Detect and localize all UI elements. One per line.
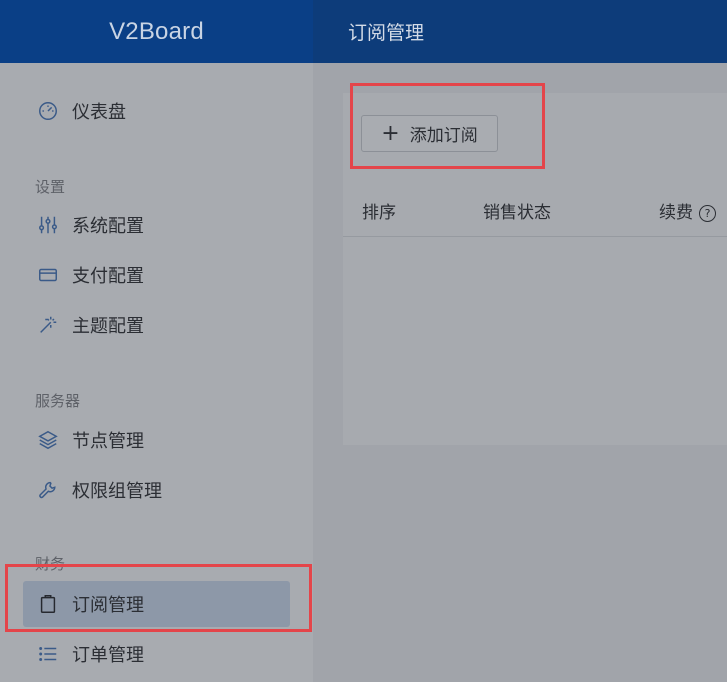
page-title: 订阅管理 xyxy=(348,22,425,44)
section-label-servers: 服务器 xyxy=(35,392,81,410)
section-label-finance: 财务 xyxy=(35,555,66,573)
header-bar: 订阅管理 xyxy=(313,0,727,63)
credit-card-icon xyxy=(36,263,60,287)
sidebar-item-label: 支付配置 xyxy=(72,266,144,287)
app-logo[interactable]: V2Board xyxy=(0,0,313,63)
sidebar-item-system-config[interactable]: 系统配置 xyxy=(23,202,290,248)
main-content: + 添加订阅 排序 销售状态 续费? xyxy=(313,63,727,682)
list-icon xyxy=(36,642,60,666)
sidebar-item-label: 仪表盘 xyxy=(72,102,126,123)
sidebar-item-theme-config[interactable]: 主题配置 xyxy=(23,302,290,348)
sidebar-item-label: 订阅管理 xyxy=(72,595,144,616)
section-label-settings: 设置 xyxy=(35,178,66,196)
plus-icon: + xyxy=(381,120,400,146)
wrench-icon xyxy=(36,478,60,502)
sidebar-item-payment-config[interactable]: 支付配置 xyxy=(23,252,290,298)
sidebar-item-label: 节点管理 xyxy=(72,431,144,452)
sidebar-item-label: 系统配置 xyxy=(72,216,144,237)
help-circle-icon[interactable]: ? xyxy=(699,205,716,222)
add-subscription-button[interactable]: + 添加订阅 xyxy=(361,115,498,152)
table-header: 排序 销售状态 续费? xyxy=(343,183,727,237)
sidebar-item-order-management[interactable]: 订单管理 xyxy=(23,631,290,677)
sidebar-item-label: 权限组管理 xyxy=(72,481,162,502)
column-header-renewal-label: 续费 xyxy=(659,203,693,223)
sliders-icon xyxy=(36,213,60,237)
sidebar-item-permission-group[interactable]: 权限组管理 xyxy=(23,467,290,513)
clipboard-icon xyxy=(36,592,60,616)
sidebar-item-label: 订单管理 xyxy=(72,645,144,666)
dashboard-icon xyxy=(36,99,60,123)
sidebar-item-label: 主题配置 xyxy=(72,316,144,337)
column-header-renewal[interactable]: 续费? xyxy=(659,198,716,223)
subscription-card: + 添加订阅 排序 销售状态 续费? xyxy=(343,93,727,445)
sidebar: 仪表盘 设置 系统配置 支付配置 主题配置 服务器 节点管理 权限组管理 财务 … xyxy=(0,63,313,682)
sidebar-item-subscription-management[interactable]: 订阅管理 xyxy=(23,581,290,627)
add-subscription-label: 添加订阅 xyxy=(409,126,478,146)
sidebar-item-node-management[interactable]: 节点管理 xyxy=(23,417,290,463)
column-header-sale-status[interactable]: 销售状态 xyxy=(483,198,551,223)
magic-wand-icon xyxy=(36,313,60,337)
layers-icon xyxy=(36,428,60,452)
sidebar-item-dashboard[interactable]: 仪表盘 xyxy=(23,88,290,134)
column-header-sort[interactable]: 排序 xyxy=(362,198,396,223)
